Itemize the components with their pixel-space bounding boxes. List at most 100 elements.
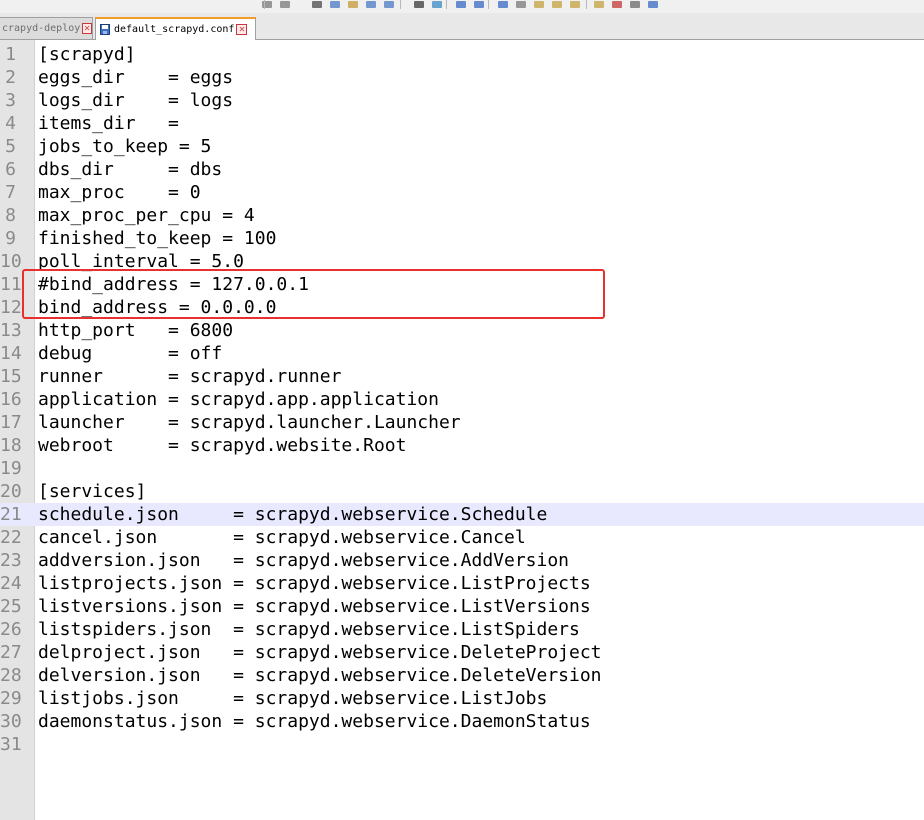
line-number: 26 (0, 619, 22, 640)
code-line[interactable]: 7 max_proc = 0 (0, 181, 924, 204)
macro-record-icon[interactable] (592, 0, 606, 9)
close-icon[interactable]: ✕ (82, 23, 92, 34)
replace-icon[interactable] (278, 0, 292, 9)
line-text: max_proc_per_cpu = 4 (38, 205, 255, 226)
code-line[interactable]: 21 schedule.json = scrapyd.webservice.Sch… (0, 503, 924, 526)
line-number: 9 (5, 228, 16, 249)
line-text: listjobs.json = scrapyd.webservice.ListJ… (38, 688, 548, 709)
redo-icon[interactable] (382, 0, 396, 9)
line-text: launcher = scrapyd.launcher.Launcher (38, 412, 461, 433)
code-line[interactable]: 17 launcher = scrapyd.launcher.Launcher (0, 411, 924, 434)
save-file-icon (100, 24, 110, 35)
code-line[interactable]: 30 daemonstatus.json = scrapyd.webservice… (0, 710, 924, 733)
line-number: 6 (5, 159, 16, 180)
line-number: 7 (5, 182, 16, 203)
code-line[interactable]: 24 listprojects.json = scrapyd.webservice… (0, 572, 924, 595)
sync-icon[interactable] (430, 0, 444, 9)
code-line[interactable]: 13 http_port = 6800 (0, 319, 924, 342)
line-number: 23 (0, 550, 22, 571)
line-number: 20 (0, 481, 22, 502)
tab-default-scrapyd-conf[interactable]: default_scrapyd.conf ✕ (95, 17, 256, 40)
undo-icon[interactable] (364, 0, 378, 9)
zoom-out-icon[interactable] (472, 0, 486, 9)
line-text: delversion.json = scrapyd.webservice.Del… (38, 665, 602, 686)
toolbar (0, 0, 924, 13)
line-number: 19 (0, 458, 22, 479)
tab-crapyd-deploy[interactable]: crapyd-deploy ✕ (0, 17, 93, 39)
line-number: 22 (0, 527, 22, 548)
line-number: 24 (0, 573, 22, 594)
close-icon[interactable]: ✕ (236, 24, 248, 35)
toolbar-separator (400, 0, 401, 9)
line-number: 1 (5, 44, 16, 65)
line-number: 4 (5, 113, 16, 134)
tab-label: default_scrapyd.conf (114, 24, 235, 35)
line-text: schedule.json = scrapyd.webservice.Sched… (38, 504, 548, 525)
code-line[interactable]: 5 jobs_to_keep = 5 (0, 135, 924, 158)
line-text: items_dir = (38, 113, 179, 134)
line-number: 29 (0, 688, 22, 709)
line-number: 12 (0, 297, 22, 318)
line-number: 25 (0, 596, 22, 617)
wrap-icon[interactable] (514, 0, 528, 9)
toolbar-separator (586, 0, 587, 9)
line-text: debug = off (38, 343, 223, 364)
code-line[interactable]: 26 listspiders.json = scrapyd.webservice.… (0, 618, 924, 641)
indent-icon[interactable] (532, 0, 546, 9)
code-line[interactable]: 19 (0, 457, 924, 480)
code-line[interactable]: 20 [services] (0, 480, 924, 503)
tab-label: crapyd-deploy (2, 23, 81, 34)
line-text: webroot = scrapyd.website.Root (38, 435, 407, 456)
line-number: 28 (0, 665, 22, 686)
line-text: jobs_to_keep = 5 (38, 136, 212, 157)
line-text: listversions.json = scrapyd.webservice.L… (38, 596, 591, 617)
line-text: http_port = 6800 (38, 320, 234, 341)
line-text: eggs_dir = eggs (38, 67, 234, 88)
code-line[interactable]: 29 listjobs.json = scrapyd.webservice.Lis… (0, 687, 924, 710)
print-icon[interactable] (412, 0, 426, 9)
code-line[interactable]: 16 application = scrapyd.app.application (0, 388, 924, 411)
code-line[interactable]: 4 items_dir = (0, 112, 924, 135)
line-text: addversion.json = scrapyd.webservice.Add… (38, 550, 570, 571)
line-number: 8 (5, 205, 16, 226)
macro-play-icon[interactable] (628, 0, 642, 9)
line-text: listprojects.json = scrapyd.webservice.L… (38, 573, 591, 594)
cut-icon[interactable] (310, 0, 324, 9)
code-line[interactable]: 31 (0, 733, 924, 756)
line-number: 18 (0, 435, 22, 456)
code-line[interactable]: 22 cancel.json = scrapyd.webservice.Cance… (0, 526, 924, 549)
code-line[interactable]: 18 webroot = scrapyd.website.Root (0, 434, 924, 457)
macro-stop-icon[interactable] (610, 0, 624, 9)
line-number: 17 (0, 412, 22, 433)
code-line[interactable]: 9 finished_to_keep = 100 (0, 227, 924, 250)
line-text: finished_to_keep = 100 (38, 228, 277, 249)
code-line[interactable]: 25 listversions.json = scrapyd.webservice… (0, 595, 924, 618)
code-line[interactable]: 6 dbs_dir = dbs (0, 158, 924, 181)
code-line[interactable]: 27 delproject.json = scrapyd.webservice.D… (0, 641, 924, 664)
code-line[interactable]: 8 max_proc_per_cpu = 4 (0, 204, 924, 227)
line-number: 30 (0, 711, 22, 732)
line-text: [scrapyd] (38, 44, 136, 65)
paste-icon[interactable] (346, 0, 360, 9)
line-text: delproject.json = scrapyd.webservice.Del… (38, 642, 602, 663)
code-line[interactable]: 1 [scrapyd] (0, 43, 924, 66)
line-text: logs_dir = logs (38, 90, 234, 111)
sync-scroll-icon[interactable] (496, 0, 510, 9)
macro-save-icon[interactable] (646, 0, 660, 9)
code-line[interactable]: 28 delversion.json = scrapyd.webservice.D… (0, 664, 924, 687)
fold-icon[interactable] (550, 0, 564, 9)
toolbar-separator (264, 0, 265, 9)
monitor-icon[interactable] (568, 0, 582, 9)
line-text: listspiders.json = scrapyd.webservice.Li… (38, 619, 580, 640)
code-line[interactable]: 14 debug = off (0, 342, 924, 365)
code-line[interactable]: 3 logs_dir = logs (0, 89, 924, 112)
copy-icon[interactable] (328, 0, 342, 9)
code-line[interactable]: 23 addversion.json = scrapyd.webservice.A… (0, 549, 924, 572)
code-line[interactable]: 15 runner = scrapyd.runner (0, 365, 924, 388)
toolbar-separator (446, 0, 447, 9)
code-line[interactable]: 2 eggs_dir = eggs (0, 66, 924, 89)
find-icon[interactable] (260, 0, 274, 9)
highlight-box (22, 269, 605, 319)
zoom-in-icon[interactable] (454, 0, 468, 9)
line-number: 21 (0, 504, 22, 525)
